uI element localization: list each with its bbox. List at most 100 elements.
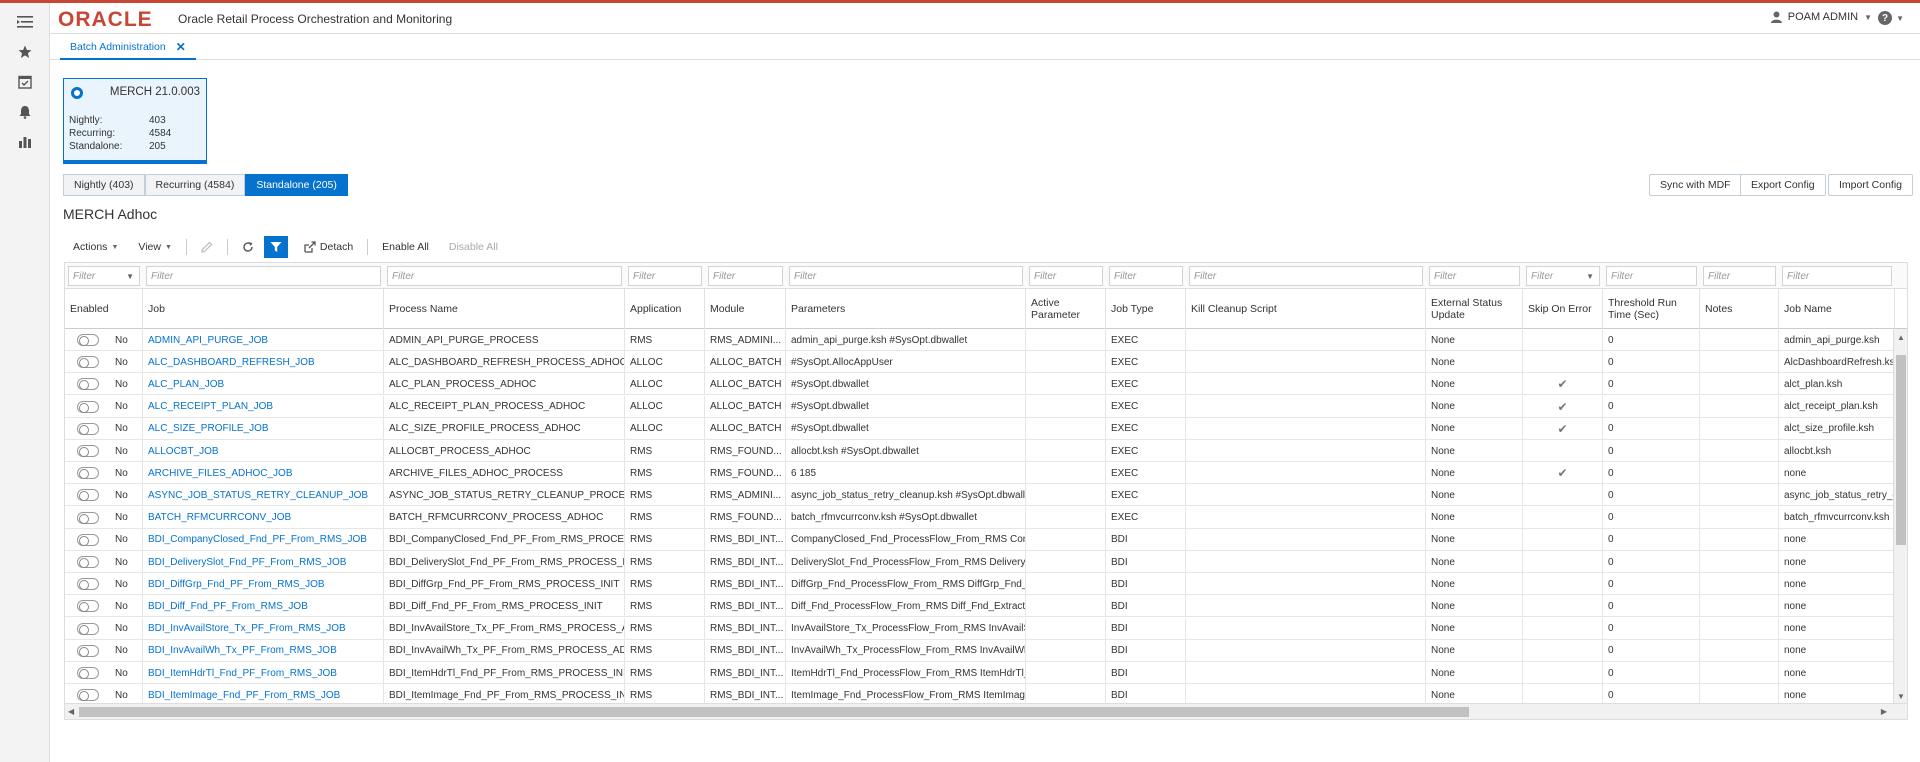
table-row[interactable]: No BDI_DeliverySlot_Fnd_PF_From_RMS_JOB BD…: [65, 551, 1895, 573]
table-row[interactable]: No BATCH_RFMCURRCONV_JOB BATCH_RFMCURRCONV…: [65, 506, 1895, 529]
vertical-scroll-thumb[interactable]: [1896, 355, 1906, 545]
column-header-notes[interactable]: Notes: [1700, 289, 1779, 329]
cell-job[interactable]: ADMIN_API_PURGE_JOB: [143, 329, 384, 351]
enabled-toggle[interactable]: [77, 533, 99, 546]
radio-selected-icon[interactable]: [71, 87, 83, 99]
horizontal-scroll-thumb[interactable]: [79, 707, 1469, 717]
actions-menu[interactable]: Actions ▼: [63, 236, 128, 258]
filter-application[interactable]: Filter: [628, 266, 702, 286]
cell-job[interactable]: BDI_ItemHdrTl_Fnd_PF_From_RMS_JOB: [143, 662, 384, 684]
refresh-button[interactable]: [232, 236, 264, 258]
enabled-toggle[interactable]: [77, 689, 99, 702]
enabled-toggle[interactable]: [77, 667, 99, 679]
enabled-toggle[interactable]: [77, 467, 99, 480]
disable-all-button[interactable]: Disable All: [439, 236, 508, 258]
table-row[interactable]: No ALC_RECEIPT_PLAN_JOB ALC_RECEIPT_PLAN_P…: [65, 395, 1895, 418]
sync-with-mdf-button[interactable]: Sync with MDF: [1649, 174, 1742, 196]
enabled-toggle[interactable]: [77, 400, 99, 413]
cell-job[interactable]: BATCH_RFMCURRCONV_JOB: [143, 506, 384, 529]
filter-module[interactable]: Filter: [708, 266, 783, 286]
vertical-scrollbar[interactable]: ▲ ▼: [1893, 329, 1907, 705]
segment-recurring[interactable]: Recurring (4584): [144, 174, 246, 196]
cell-job[interactable]: BDI_InvAvailWh_Tx_PF_From_RMS_JOB: [143, 639, 384, 662]
user-menu[interactable]: POAM ADMIN ▼: [1770, 11, 1872, 23]
table-row[interactable]: No BDI_Diff_Fnd_PF_From_RMS_JOB BDI_Diff_F…: [65, 595, 1895, 618]
filter-kill-cleanup-script[interactable]: Filter: [1189, 266, 1423, 286]
filter-parameters[interactable]: Filter: [789, 266, 1023, 286]
menu-icon[interactable]: [13, 10, 37, 34]
enable-all-button[interactable]: Enable All: [372, 236, 439, 258]
filter-external-status-update[interactable]: Filter: [1429, 266, 1520, 286]
enabled-toggle[interactable]: [77, 445, 99, 457]
cell-job[interactable]: BDI_DeliverySlot_Fnd_PF_From_RMS_JOB: [143, 551, 384, 573]
enabled-toggle[interactable]: [77, 644, 99, 657]
table-row[interactable]: No BDI_ItemHdrTl_Fnd_PF_From_RMS_JOB BDI_I…: [65, 662, 1895, 684]
filter-skip-on-error[interactable]: Filter ▼: [1526, 266, 1600, 286]
filter-threshold-run-time[interactable]: Filter: [1606, 266, 1697, 286]
scroll-down-icon[interactable]: ▼: [1897, 692, 1905, 701]
table-row[interactable]: No ASYNC_JOB_STATUS_RETRY_CLEANUP_JOB ASYN…: [65, 484, 1895, 507]
filter-active-parameter[interactable]: Filter: [1029, 266, 1103, 286]
star-icon[interactable]: [13, 40, 37, 64]
segment-standalone[interactable]: Standalone (205): [245, 174, 348, 196]
enabled-toggle[interactable]: [77, 489, 99, 502]
column-header-module[interactable]: Module: [705, 289, 786, 329]
enabled-toggle[interactable]: [77, 422, 99, 435]
column-header-application[interactable]: Application: [625, 289, 705, 329]
bar-chart-icon[interactable]: [13, 130, 37, 154]
tab-batch-administration[interactable]: Batch Administration ✕: [60, 35, 196, 60]
checklist-icon[interactable]: [13, 70, 37, 94]
enabled-toggle[interactable]: [77, 378, 99, 391]
cell-job[interactable]: BDI_CompanyClosed_Fnd_PF_From_RMS_JOB: [143, 528, 384, 551]
column-header-process-name[interactable]: Process Name: [384, 289, 625, 329]
cell-job[interactable]: BDI_Diff_Fnd_PF_From_RMS_JOB: [143, 595, 384, 618]
table-row[interactable]: No ALLOCBT_JOB ALLOCBT_PROCESS_ADHOC RMS RMS…: [65, 440, 1895, 462]
filter-process-name[interactable]: Filter: [387, 266, 622, 286]
cell-job[interactable]: ASYNC_JOB_STATUS_RETRY_CLEANUP_JOB: [143, 484, 384, 507]
column-header-job-name[interactable]: Job Name: [1779, 289, 1895, 329]
filter-toggle-button[interactable]: [263, 236, 288, 258]
column-header-active-parameter[interactable]: Active Parameter: [1026, 289, 1106, 329]
view-menu[interactable]: View ▼: [128, 236, 182, 258]
filter-job-type[interactable]: Filter: [1109, 266, 1183, 286]
filter-job[interactable]: Filter: [146, 266, 381, 286]
cell-job[interactable]: ALC_SIZE_PROFILE_JOB: [143, 417, 384, 440]
horizontal-scrollbar[interactable]: ◀ ▶: [65, 703, 1907, 719]
column-header-parameters[interactable]: Parameters: [786, 289, 1026, 329]
cell-job[interactable]: ARCHIVE_FILES_ADHOC_JOB: [143, 462, 384, 485]
enabled-toggle[interactable]: [77, 356, 99, 369]
cell-job[interactable]: BDI_InvAvailStore_Tx_PF_From_RMS_JOB: [143, 617, 384, 640]
scroll-up-icon[interactable]: ▲: [1897, 333, 1905, 342]
enabled-toggle[interactable]: [77, 556, 99, 568]
scroll-left-icon[interactable]: ◀: [68, 707, 74, 716]
table-row[interactable]: No BDI_CompanyClosed_Fnd_PF_From_RMS_JOB B…: [65, 528, 1895, 551]
bell-icon[interactable]: [13, 100, 37, 124]
import-config-button[interactable]: Import Config: [1828, 174, 1914, 196]
enabled-toggle[interactable]: [77, 622, 99, 635]
column-header-skip-on-error[interactable]: Skip On Error: [1523, 289, 1603, 329]
table-row[interactable]: No ALC_SIZE_PROFILE_JOB ALC_SIZE_PROFILE_P…: [65, 417, 1895, 440]
edit-button[interactable]: [191, 236, 223, 258]
table-row[interactable]: No BDI_DiffGrp_Fnd_PF_From_RMS_JOB BDI_Dif…: [65, 573, 1895, 596]
table-row[interactable]: No ALC_DASHBOARD_REFRESH_JOB ALC_DASHBOARD…: [65, 351, 1895, 374]
enabled-toggle[interactable]: [77, 600, 99, 613]
schedule-card-merch[interactable]: MERCH 21.0.003 Nightly: 403 Recurring: 458…: [63, 78, 207, 164]
filter-job-name[interactable]: Filter: [1782, 266, 1892, 286]
table-row[interactable]: No ADMIN_API_PURGE_JOB ADMIN_API_PURGE_PRO…: [65, 329, 1895, 351]
cell-job[interactable]: ALC_DASHBOARD_REFRESH_JOB: [143, 351, 384, 374]
column-header-enabled[interactable]: Enabled: [65, 289, 143, 329]
segment-nightly[interactable]: Nightly (403): [63, 174, 145, 196]
table-row[interactable]: No BDI_InvAvailWh_Tx_PF_From_RMS_JOB BDI_I…: [65, 639, 1895, 662]
column-header-kill-cleanup-script[interactable]: Kill Cleanup Script: [1186, 289, 1426, 329]
column-header-external-status-update[interactable]: External Status Update: [1426, 289, 1523, 329]
table-row[interactable]: No BDI_InvAvailStore_Tx_PF_From_RMS_JOB BD…: [65, 617, 1895, 640]
cell-job[interactable]: ALC_PLAN_JOB: [143, 373, 384, 396]
column-header-job-type[interactable]: Job Type: [1106, 289, 1186, 329]
column-header-job[interactable]: Job: [143, 289, 384, 329]
enabled-toggle[interactable]: [77, 334, 99, 346]
help-menu[interactable]: ? ▼: [1878, 11, 1904, 25]
filter-enabled[interactable]: Filter ▼: [68, 266, 140, 286]
cell-job[interactable]: ALC_RECEIPT_PLAN_JOB: [143, 395, 384, 418]
cell-job[interactable]: BDI_DiffGrp_Fnd_PF_From_RMS_JOB: [143, 573, 384, 596]
close-icon[interactable]: ✕: [176, 40, 186, 54]
